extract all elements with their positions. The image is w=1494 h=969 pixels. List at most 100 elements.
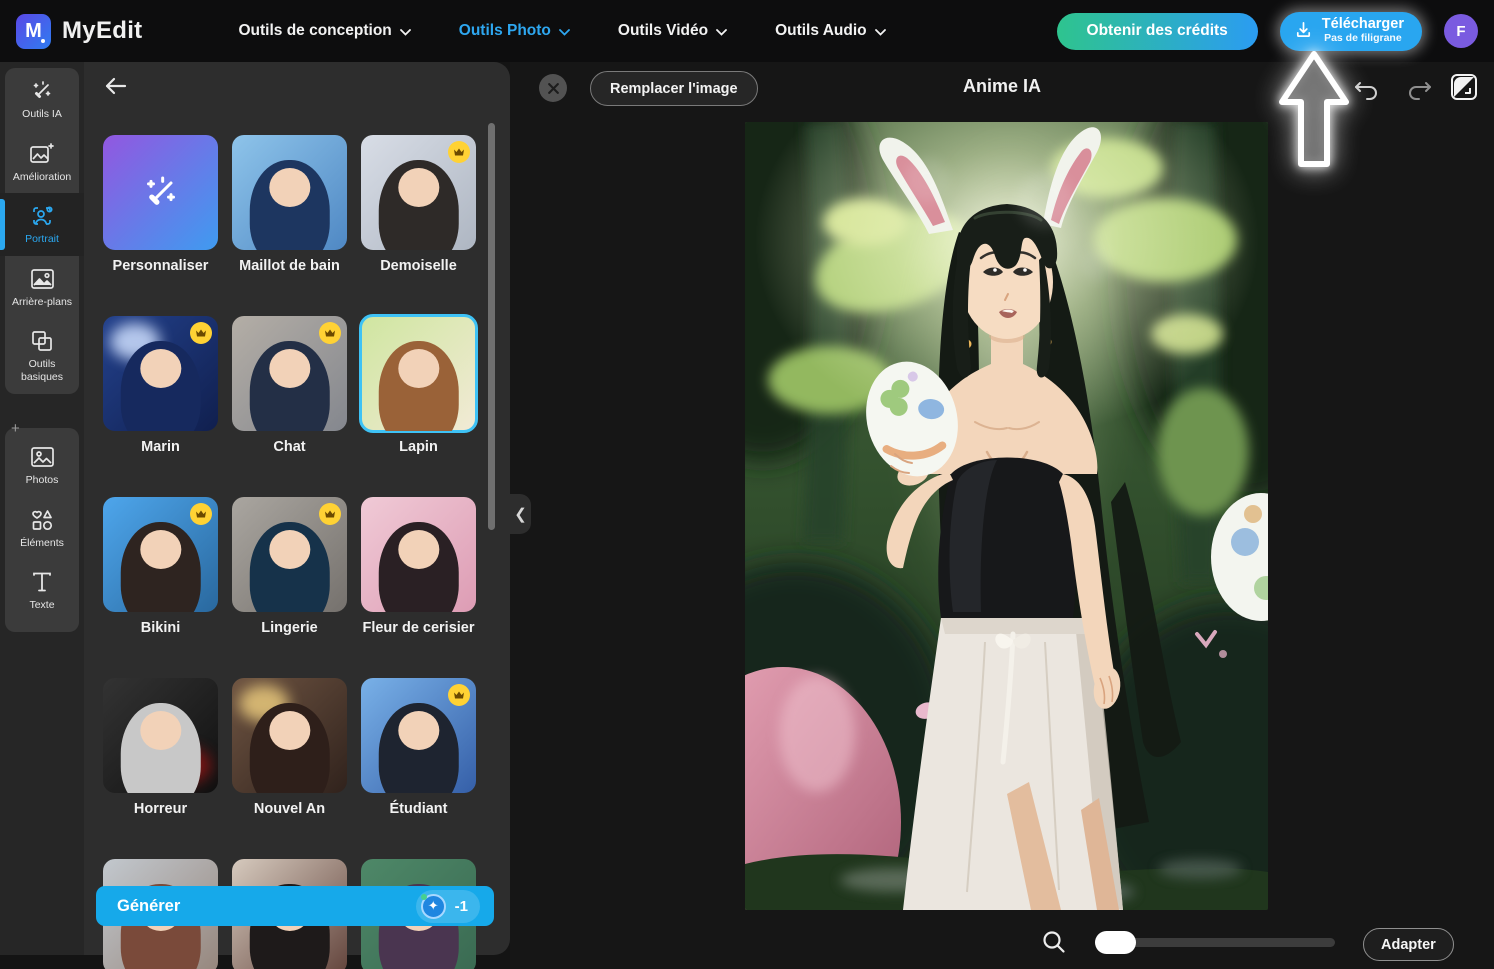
chevron-down-icon [716, 28, 727, 36]
style-cell: Étudiant [361, 678, 476, 817]
style-label: Nouvel An [253, 801, 326, 817]
style-cell: Chat [232, 316, 347, 455]
style-tile-nouvel-an[interactable] [232, 678, 347, 793]
styles-grid: Personnaliser Maillot de bain Demoiselle Ma… [103, 135, 478, 969]
collapse-panel-handle[interactable]: ❮ [510, 494, 531, 534]
chevron-down-icon [874, 28, 886, 36]
style-tile-demoiselle[interactable] [361, 135, 476, 250]
left-rail: Outils IA Amélioration Portrait Arrière-pla… [0, 62, 84, 955]
canvas-title: Anime IA [962, 76, 1041, 96]
fit-button[interactable]: Adapter [1363, 928, 1454, 961]
nav-item-outils-video[interactable]: Outils Vidéo [618, 22, 727, 40]
topbar-right: Obtenir des crédits Télécharger Pas de f… [1056, 11, 1478, 51]
avatar[interactable]: F [1444, 14, 1478, 48]
crown-premium-icon [319, 322, 341, 344]
brand-name: MyEdit [62, 17, 143, 44]
style-tile-chat[interactable] [232, 316, 347, 431]
crown-premium-icon [448, 141, 470, 163]
zoom-slider[interactable] [1095, 931, 1335, 954]
back-button[interactable] [101, 74, 131, 100]
arrow-left-icon [105, 77, 127, 94]
canvas-area: Remplacer l'image Anime IA Adapter [510, 62, 1494, 969]
rail-group-0: Outils IA Amélioration Portrait Arrière-pla… [0, 68, 84, 394]
generate-button[interactable]: Générer ✦ -1 [96, 886, 494, 926]
undo-icon [1355, 81, 1377, 100]
zoom-icon [1041, 929, 1067, 955]
nav-item-outils-photo[interactable]: Outils Photo [459, 22, 570, 40]
download-button[interactable]: Télécharger Pas de filigrane [1279, 11, 1422, 51]
basic-tools-icon [30, 328, 54, 354]
sidebar-item-label: Arrière-plans [11, 295, 73, 308]
sidebar-item-label: Photos [25, 474, 59, 486]
sidebar-item-portrait[interactable]: Portrait [0, 193, 84, 256]
sidebar-item-texte[interactable]: Texte [5, 559, 79, 622]
get-credits-button[interactable]: Obtenir des crédits [1056, 12, 1258, 50]
style-tile-horreur[interactable] [103, 678, 218, 793]
photos-icon [30, 444, 55, 470]
style-label: Maillot de bain [239, 258, 340, 274]
topbar: M MyEdit Outils de conception Outils Phot… [0, 0, 1494, 62]
style-tile-lingerie[interactable] [232, 497, 347, 612]
style-tile-marin[interactable] [103, 316, 218, 431]
style-label: Chat [273, 439, 306, 455]
styles-panel: Personnaliser Maillot de bain Demoiselle Ma… [84, 62, 531, 969]
nav-item-outils-audio[interactable]: Outils Audio [775, 22, 886, 40]
style-label: Fleur de cerisier [362, 620, 475, 636]
chevron-down-icon [559, 28, 570, 36]
nav-item-label: Outils de conception [238, 22, 392, 39]
style-label: Bikini [140, 620, 181, 636]
style-tile-fleur-de-cerisier[interactable] [361, 497, 476, 612]
style-tile-lapin[interactable] [359, 314, 478, 433]
sidebar-item-label: Outils basiques [20, 358, 64, 383]
panel-scrollbar[interactable] [488, 123, 495, 530]
zoom-slider-thumb[interactable] [1095, 931, 1136, 954]
sidebar-item-label: Amélioration [12, 170, 72, 183]
style-cell: Lingerie [232, 497, 347, 636]
nav-item-label: Outils Audio [775, 22, 867, 39]
style-cell: Marin [103, 316, 218, 455]
style-tile-personnaliser[interactable] [103, 135, 218, 250]
style-cell: Nouvel An [232, 678, 347, 817]
sidebar-item-arriere-plans[interactable]: Arrière-plans [5, 256, 79, 319]
sidebar-item-elements[interactable]: Éléments [5, 497, 79, 560]
style-tile-etudiant[interactable] [361, 678, 476, 793]
sidebar-item-label: Outils IA [22, 108, 62, 120]
style-label: Lapin [399, 439, 438, 455]
style-cell: Fleur de cerisier [361, 497, 476, 636]
image-enhance-icon [29, 141, 55, 167]
portrait-icon [30, 203, 55, 229]
sidebar-item-outils-ia[interactable]: Outils IA [5, 68, 79, 131]
sidebar-item-outils-basiques[interactable]: Outils basiques [5, 318, 79, 393]
elements-icon [30, 507, 54, 533]
nav-item-outils-de-conception[interactable]: Outils de conception [238, 22, 411, 40]
compare-button[interactable] [1446, 71, 1482, 105]
style-label: Horreur [133, 801, 188, 817]
download-sublabel: Pas de filigrane [1324, 32, 1402, 45]
crown-premium-icon [319, 503, 341, 525]
top-navigation: Outils de conception Outils Photo Outils V… [238, 22, 886, 40]
style-label: Étudiant [389, 801, 448, 817]
style-cell: Bikini [103, 497, 218, 636]
nav-item-label: Outils Vidéo [617, 22, 709, 39]
spark-credit-icon: ✦ [420, 893, 446, 919]
brand[interactable]: M MyEdit [16, 13, 143, 49]
sidebar-item-label: Portrait [25, 233, 59, 246]
sidebar-item-amelioration[interactable]: Amélioration [5, 131, 79, 194]
sidebar-item-label: Texte [29, 599, 55, 612]
crown-premium-icon [190, 503, 212, 525]
sidebar-item-photos[interactable]: Photos [5, 434, 79, 497]
style-cell: Personnaliser [103, 135, 218, 274]
redo-button[interactable] [1402, 75, 1436, 105]
undo-button[interactable] [1350, 75, 1384, 105]
download-label: Télécharger [1321, 16, 1404, 33]
canvas-image [745, 122, 1268, 910]
crown-premium-icon [190, 322, 212, 344]
redo-icon [1409, 81, 1431, 100]
myedit-app: M MyEdit Outils de conception Outils Phot… [0, 0, 1494, 969]
nav-item-label: Outils Photo [458, 22, 551, 39]
download-icon [1294, 20, 1313, 42]
background-icon [30, 266, 55, 292]
style-tile-bikini[interactable] [103, 497, 218, 612]
magic-wand-icon [30, 78, 54, 104]
style-tile-maillot-de-bain[interactable] [232, 135, 347, 250]
